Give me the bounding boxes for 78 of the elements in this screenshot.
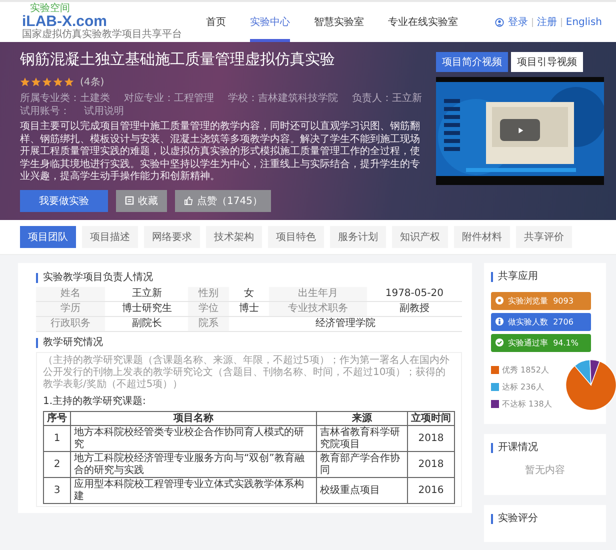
user-icon — [494, 18, 504, 26]
stat-badge: 做实验人数 2706 — [491, 312, 591, 330]
section-tab[interactable]: 附件材料 — [454, 226, 510, 248]
nav-link[interactable]: 首页 — [206, 2, 226, 42]
table-cell: 2016 — [408, 478, 454, 504]
meta-text: 学校：吉林建筑科技学院 — [228, 93, 338, 106]
section-tab[interactable]: 技术架构 — [206, 226, 262, 248]
table-cell: 地方工科院校经济管理专业服务方向与“双创”教育融合的研究与实践 — [70, 452, 316, 478]
field-label: 出生年月 — [269, 286, 367, 301]
nav-link[interactable]: 专业在线实验室 — [388, 2, 458, 42]
field-value: 经济管理学院 — [228, 316, 462, 331]
table-cell: 3 — [44, 478, 70, 504]
stat-badge: 实验通过率 94.1% — [491, 334, 591, 352]
rating-count: (4条) — [80, 76, 104, 89]
field-label: 学历 — [36, 301, 106, 316]
field-label: 行政职务 — [36, 316, 106, 331]
section-tab[interactable]: 知识产权 — [392, 226, 448, 248]
legend-label: 优秀 1852人 — [502, 364, 549, 376]
subsection-title: 1.主持的教学研究课题: — [43, 394, 147, 408]
account-link[interactable]: 注册 — [536, 15, 557, 29]
start-button[interactable]: 我要做实验 — [20, 190, 108, 212]
table-cell: 校级重点项目 — [316, 478, 408, 504]
account-link[interactable]: English — [566, 16, 602, 28]
logo-subtitle: 国家虚拟仿真实验教学项目共享平台 — [22, 30, 182, 40]
empty-text: 暂无内容 — [524, 464, 566, 476]
meta-text: 对应专业：工程管理 — [124, 93, 214, 106]
meta-text: 试用账号： — [20, 106, 70, 118]
table-cell: 1 — [44, 426, 70, 452]
table-cell: 教育部产学合作协同 — [316, 452, 408, 478]
section-title: 教学研究情况 — [36, 338, 462, 348]
field-value: 1978-05-20 — [366, 286, 462, 301]
video-tab[interactable]: 项目引导视频 — [511, 52, 583, 72]
stat-badge: 实验浏览量 9093 — [491, 292, 591, 310]
thumbs-up-icon — [184, 196, 193, 205]
legend-label: 不达标 138人 — [502, 398, 552, 410]
field-label: 院系 — [188, 316, 229, 331]
like-button[interactable]: 点赞（1745） — [175, 190, 272, 212]
field-label: 专业技术职务 — [269, 301, 367, 316]
section-tab[interactable]: 服务计划 — [330, 226, 386, 248]
table-cell: 吉林省教育科学研究院项目 — [316, 426, 408, 452]
table-cell: 2 — [44, 452, 70, 478]
card-title: 实验评分 — [491, 514, 599, 524]
field-label: 学位 — [188, 301, 229, 316]
favorite-button[interactable]: 收藏 — [116, 190, 167, 212]
column-header: 项目名称 — [70, 411, 316, 426]
video-tab[interactable]: 项目简介视频 — [436, 52, 508, 72]
table-cell: 应用型本科院校工程管理专业立体式实践教学体系构建 — [70, 478, 316, 504]
section-title: 实验教学项目负责人情况 — [36, 272, 462, 282]
legend-label: 达标 236人 — [502, 382, 544, 392]
column-header: 立项时间 — [408, 411, 454, 426]
note-text: （主持的教学研究课题（含课题名称、来源、年限，不超过5项）；作为第一署名人在国内外公开发行的刊物上发表的教学研究论文（含题目、刊物名称、时间，不超过10项）；获得的教学表彰/奖励（不超过5项）） — [43, 354, 450, 390]
nav-link[interactable]: 智慧实验室 — [314, 2, 364, 42]
field-label: 性别 — [188, 286, 229, 301]
section-tab[interactable]: 项目团队 — [20, 226, 76, 248]
play-button[interactable] — [500, 119, 540, 141]
column-header: 来源 — [316, 411, 408, 426]
card-title: 开课情况 — [491, 442, 599, 452]
table-cell: 地方本科院校经管类专业校企合作协同育人模式的研究 — [70, 426, 316, 452]
section-tab[interactable]: 网络要求 — [144, 226, 200, 248]
meta-text: 所属专业类：土建类 — [20, 93, 110, 106]
field-value: 副教授 — [366, 301, 462, 316]
meta-text: 试用说明 — [84, 106, 124, 118]
column-header: 序号 — [44, 411, 70, 426]
meta-text: 负责人：王立新 — [352, 93, 422, 106]
play-icon — [516, 126, 524, 134]
section-tab[interactable]: 项目特色 — [268, 226, 324, 248]
experiment-title: 钢筋混凝土独立基础施工质量管理虚拟仿真实验 — [20, 50, 336, 69]
account-link[interactable]: 登录 — [508, 15, 528, 29]
table-cell: 2018 — [408, 452, 454, 478]
card-title: 共享应用 — [491, 272, 599, 282]
bookmark-icon — [125, 196, 134, 205]
logo[interactable]: iLAB-X.com — [22, 14, 108, 30]
section-tab[interactable]: 共享评价 — [516, 226, 572, 248]
description: 项目主要可以完成项目管理中施工质量管理的教学内容，同时还可以直观学习识图、钢筋翻样、钢筋绑扎、模板设计与安装、混凝土浇筑等多项教学内容。解决了学生不能到施工现场开展工程质量管理实践的难题，以虚拟仿真实验的形式模拟施工质量管理工作的全过程，使学生身临其境地进行实践。实验中坚持以学生为中心，注重线上与实际结合，提升学生的专业兴趣，提高学生动手操作能力和创新精神。 — [20, 121, 421, 184]
table-cell: 2018 — [408, 426, 454, 452]
section-tab[interactable]: 项目描述 — [82, 226, 138, 248]
field-label: 姓名 — [36, 286, 106, 301]
logo-mark: 实验空间 — [30, 4, 70, 14]
